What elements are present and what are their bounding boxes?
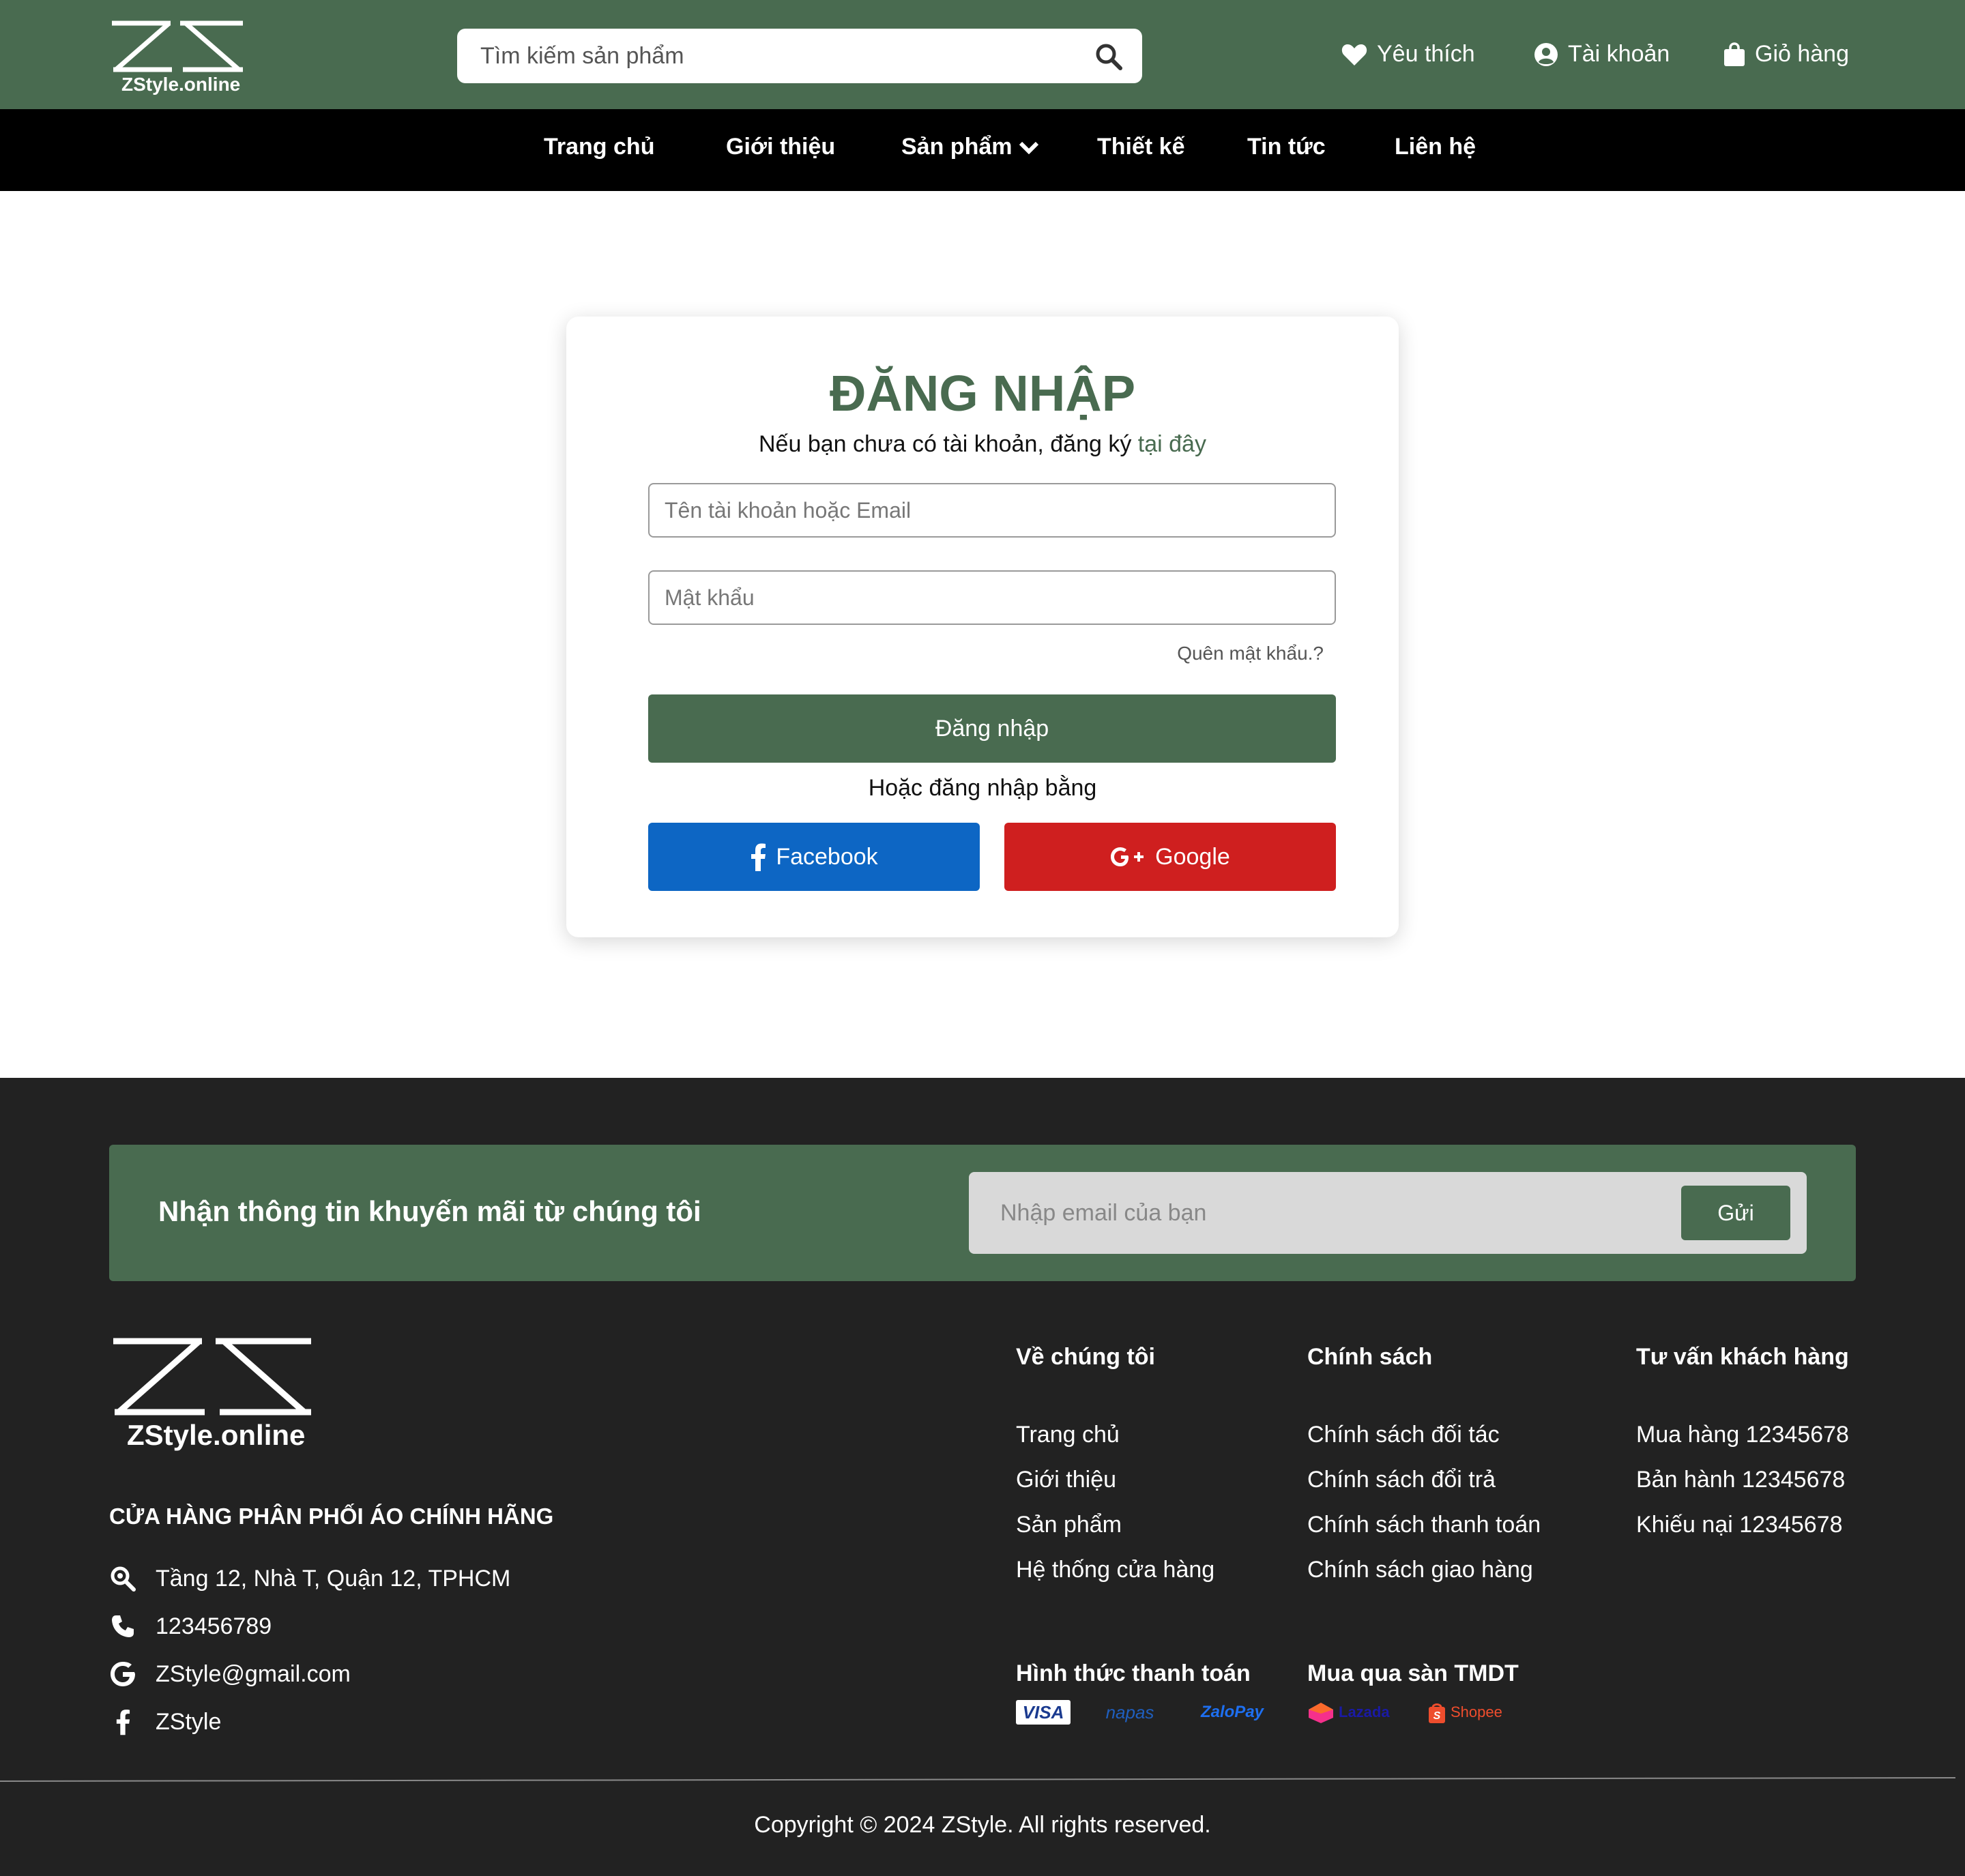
- site-footer: Nhận thông tin khuyến mãi từ chúng tôi G…: [0, 1078, 1965, 1876]
- contact-phone: 123456789: [109, 1613, 272, 1640]
- footer-link-shipping-policy[interactable]: Chính sách giao hàng: [1307, 1557, 1533, 1583]
- lazada-icon: [1309, 1703, 1333, 1723]
- footer-link-complaint[interactable]: Khiếu nại 12345678: [1636, 1512, 1843, 1538]
- napas-logo: napas: [1105, 1701, 1154, 1723]
- username-field[interactable]: [648, 483, 1336, 538]
- lazada-label: Lazada: [1339, 1703, 1390, 1720]
- brand-logo[interactable]: ZStyle.online: [109, 19, 246, 98]
- account-link[interactable]: Tài khoản: [1534, 41, 1670, 68]
- wishlist-link[interactable]: Yêu thích: [1341, 41, 1475, 68]
- nav-item-design[interactable]: Thiết kế: [1097, 134, 1184, 160]
- nav-item-label: Trang chủ: [544, 134, 655, 160]
- phone-icon: [109, 1613, 136, 1640]
- footer-divider: [0, 1776, 1955, 1782]
- contact-address: Tầng 12, Nhà T, Quận 12, TPHCM: [109, 1565, 510, 1592]
- search-input[interactable]: [457, 29, 1085, 83]
- top-header: ZStyle.online Yêu thích Tài khoản Giỏ hà…: [0, 0, 1965, 109]
- register-prompt: Nếu bạn chưa có tài khoản, đăng ký tại đ…: [566, 431, 1399, 458]
- search-button[interactable]: [1094, 42, 1123, 71]
- facebook-login-label: Facebook: [776, 843, 878, 870]
- copyright-text: Copyright © 2024 ZStyle. All rights rese…: [754, 1812, 1211, 1838]
- zs-logo-mark: [113, 1338, 311, 1416]
- register-link[interactable]: tại đây: [1138, 431, 1206, 457]
- footer-logo-text: ZStyle.online: [127, 1419, 306, 1451]
- account-label: Tài khoản: [1568, 41, 1670, 67]
- nav-item-label: Tin tức: [1247, 134, 1326, 160]
- google-login-button[interactable]: Google: [1004, 823, 1336, 891]
- footer-logo[interactable]: ZStyle.online: [109, 1337, 314, 1460]
- google-login-label: Google: [1155, 843, 1230, 870]
- footer-link-return-policy[interactable]: Chính sách đổi trả: [1307, 1467, 1496, 1493]
- nav-item-label: Thiết kế: [1097, 134, 1185, 160]
- login-title: ĐĂNG NHẬP: [829, 365, 1136, 422]
- lazada-link[interactable]: Lazada: [1307, 1700, 1400, 1725]
- cart-label: Giỏ hàng: [1755, 41, 1849, 67]
- contact-facebook-text: ZStyle: [156, 1708, 222, 1735]
- footer-link-purchase[interactable]: Mua hàng 12345678: [1636, 1422, 1849, 1448]
- user-circle-icon: [1534, 42, 1558, 66]
- visa-logo: VISA: [1016, 1700, 1071, 1725]
- zs-logo-mark: [112, 20, 243, 72]
- shopee-bag-icon: S: [1429, 1703, 1445, 1723]
- cart-link[interactable]: Giỏ hàng: [1723, 41, 1849, 68]
- password-field[interactable]: [648, 570, 1336, 625]
- contact-facebook[interactable]: ZStyle: [109, 1708, 221, 1735]
- footer-link-warranty[interactable]: Bản hành 12345678: [1636, 1467, 1845, 1493]
- nav-item-label: Giới thiệu: [726, 134, 836, 160]
- marketplace-title: Mua qua sàn TMDT: [1307, 1660, 1519, 1686]
- nav-item-news[interactable]: Tin tức: [1247, 134, 1326, 160]
- wishlist-label: Yêu thích: [1377, 41, 1475, 67]
- chevron-down-icon: [1019, 141, 1039, 154]
- google-icon: [109, 1660, 136, 1688]
- newsletter-title: Nhận thông tin khuyến mãi từ chúng tôi: [158, 1195, 701, 1227]
- main-nav: Trang chủ Giới thiệu Sản phẩm Thiết kế T…: [0, 109, 1965, 191]
- footer-policy-title: Chính sách: [1307, 1344, 1433, 1370]
- footer-link-home[interactable]: Trang chủ: [1016, 1422, 1120, 1448]
- contact-email: ZStyle@gmail.com: [109, 1660, 351, 1688]
- store-title: CỬA HÀNG PHÂN PHỐI ÁO CHÍNH HÃNG: [109, 1504, 554, 1529]
- nav-item-about[interactable]: Giới thiệu: [726, 134, 835, 160]
- footer-link-stores[interactable]: Hệ thống cửa hàng: [1016, 1557, 1214, 1583]
- shopping-bag-icon: [1724, 42, 1745, 66]
- login-button[interactable]: Đăng nhập: [648, 694, 1336, 763]
- search-bar: [457, 29, 1142, 83]
- contact-phone-text: 123456789: [156, 1613, 272, 1639]
- shopee-link[interactable]: S Shopee: [1427, 1700, 1509, 1725]
- footer-link-payment-policy[interactable]: Chính sách thanh toán: [1307, 1512, 1541, 1538]
- payment-methods-title: Hình thức thanh toán: [1016, 1660, 1251, 1686]
- newsletter-form: Gửi: [969, 1172, 1807, 1254]
- google-plus-icon: [1111, 847, 1144, 866]
- contact-address-text: Tầng 12, Nhà T, Quận 12, TPHCM: [156, 1565, 511, 1592]
- heart-icon: [1341, 44, 1367, 65]
- footer-about-title: Về chúng tôi: [1016, 1344, 1155, 1370]
- newsletter-email-input[interactable]: [969, 1172, 1678, 1254]
- contact-email-text: ZStyle@gmail.com: [156, 1660, 351, 1687]
- footer-link-partner-policy[interactable]: Chính sách đối tác: [1307, 1422, 1500, 1448]
- brand-logo-text: ZStyle.online: [121, 74, 241, 95]
- nav-item-products[interactable]: Sản phẩm: [901, 134, 1039, 160]
- svg-text:S: S: [1433, 1710, 1441, 1722]
- nav-item-label: Sản phẩm: [901, 134, 1013, 160]
- facebook-icon: [751, 843, 766, 871]
- zalopay-logo: ZaloPay: [1200, 1703, 1264, 1721]
- footer-link-products[interactable]: Sản phẩm: [1016, 1512, 1122, 1538]
- footer-link-about[interactable]: Giới thiệu: [1016, 1467, 1116, 1493]
- login-card: ĐĂNG NHẬP Nếu bạn chưa có tài khoản, đăn…: [566, 317, 1399, 937]
- location-search-icon: [109, 1565, 136, 1592]
- social-login-label: Hoặc đăng nhập bằng: [868, 775, 1097, 801]
- shopee-label: Shopee: [1451, 1703, 1502, 1720]
- register-prompt-text: Nếu bạn chưa có tài khoản, đăng ký: [759, 431, 1138, 457]
- facebook-icon: [109, 1708, 136, 1735]
- facebook-login-button[interactable]: Facebook: [648, 823, 980, 891]
- newsletter-submit-button[interactable]: Gửi: [1681, 1186, 1790, 1240]
- search-icon: [1096, 44, 1122, 70]
- nav-item-contact[interactable]: Liên hệ: [1395, 134, 1476, 160]
- forgot-password-link[interactable]: Quên mật khẩu.?: [1177, 643, 1324, 664]
- nav-item-label: Liên hệ: [1395, 134, 1476, 160]
- newsletter-banner: Nhận thông tin khuyến mãi từ chúng tôi G…: [109, 1145, 1856, 1281]
- footer-support-title: Tư vấn khách hàng: [1636, 1344, 1849, 1370]
- nav-item-home[interactable]: Trang chủ: [544, 134, 654, 160]
